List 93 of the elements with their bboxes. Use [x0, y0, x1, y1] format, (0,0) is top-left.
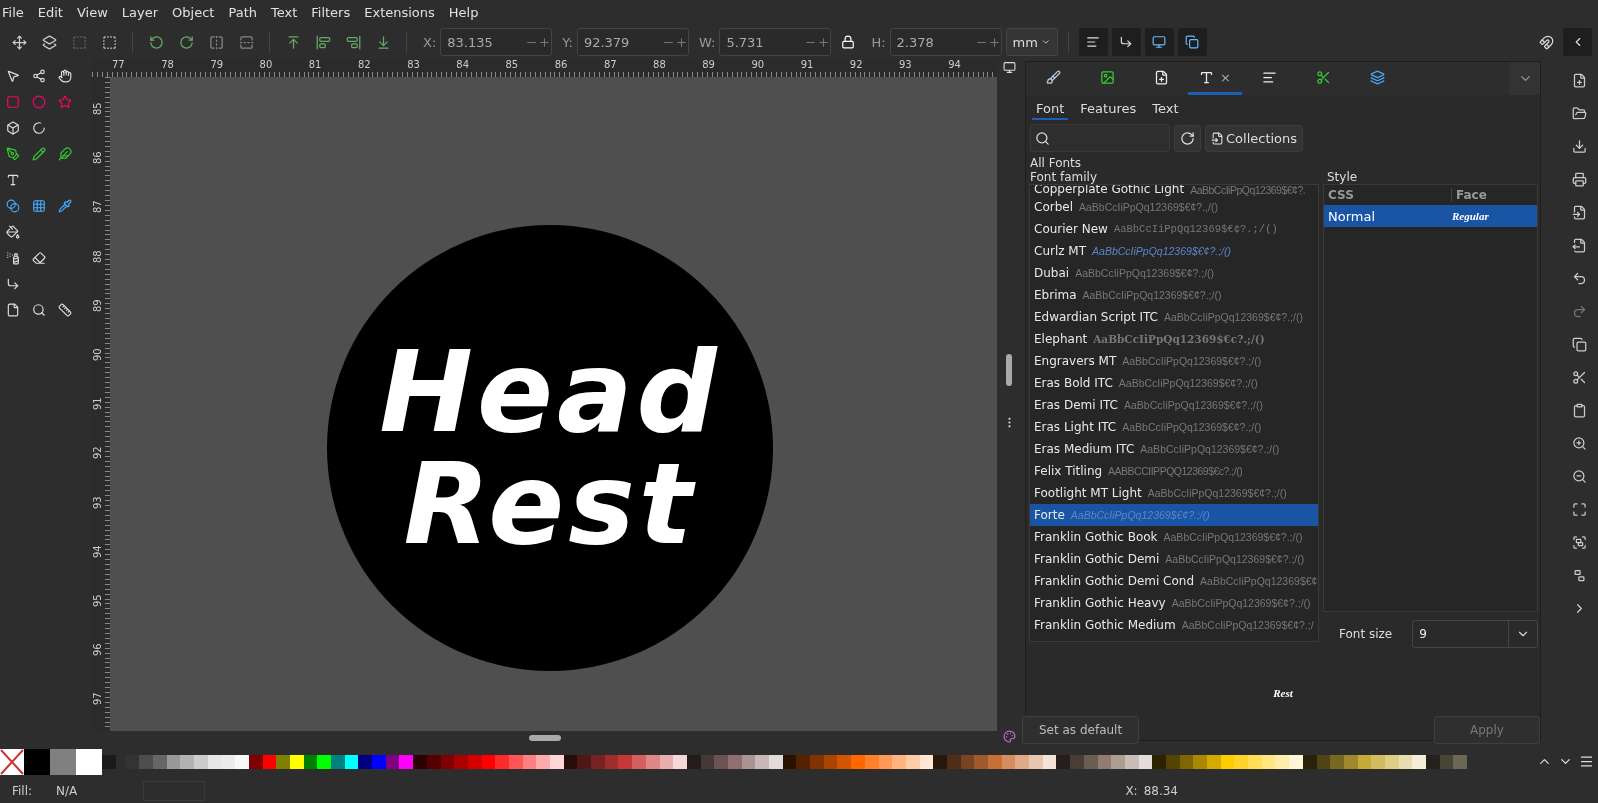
font-size-label: Font size — [1339, 627, 1393, 641]
ruler-number: 90 — [750, 59, 766, 72]
ruler-number: 82 — [356, 59, 372, 72]
ruler-number: 85 — [504, 59, 520, 72]
ruler-number: 95 — [92, 594, 103, 607]
font-row[interactable]: Courier New AaBbCcIiPpQq12369$€¢?.;/() — [1030, 218, 1318, 240]
menu-item[interactable]: File — [0, 5, 31, 20]
font-row[interactable]: Forte AaBbCcIiPpQq12369$€¢?.;/() — [1030, 504, 1318, 526]
cursor-x-value: 88.34 — [1143, 783, 1178, 798]
style-label: Style — [1326, 170, 1359, 184]
font-row[interactable]: Franklin Gothic Medium AaBbCcIiPpQq12369$€¢?.;/ — [1030, 614, 1318, 636]
ruler-number: 89 — [92, 299, 103, 312]
font-row[interactable]: Eras Bold ITC AaBbCcIiPpQq12369$€¢?.;/() — [1030, 372, 1318, 394]
ruler-number: 85 — [92, 102, 103, 115]
sub-tab[interactable]: Text — [1148, 99, 1183, 120]
column-header[interactable]: Face — [1452, 188, 1538, 202]
ruler-number: 77 — [111, 59, 126, 72]
fill-value: N/A — [56, 783, 78, 798]
menu-item[interactable]: Edit — [30, 5, 70, 20]
sub-tab[interactable]: Font — [1032, 99, 1069, 120]
ruler-number: 79 — [209, 59, 225, 72]
menu-item[interactable]: View — [69, 5, 115, 20]
font-row[interactable]: Franklin Gothic Demi AaBbCcIiPpQq12369$€¢?.;/() — [1030, 548, 1318, 570]
ruler-number: 91 — [92, 397, 103, 411]
font-row[interactable]: Dubai AaBbCcIiPpQq12369$€¢?.;/() — [1030, 262, 1318, 284]
ruler-number: 87 — [92, 200, 103, 214]
font-row[interactable]: Franklin Gothic Demi Cond AaBbCcIiPpQq12369$€¢ — [1030, 570, 1318, 592]
font-family-label: Font family — [1029, 170, 1098, 184]
ruler-number: 86 — [553, 59, 569, 72]
ruler-number: 80 — [258, 59, 274, 72]
field-label: W: — [698, 34, 716, 50]
ruler-number: 97 — [92, 692, 103, 706]
number-field[interactable]: 83.135 — [440, 28, 553, 56]
sub-tab[interactable]: Features — [1076, 99, 1141, 120]
ruler-number: 90 — [92, 348, 103, 361]
unit-dropdown[interactable]: mm — [1005, 28, 1058, 56]
number-field[interactable]: 2.378 — [889, 28, 1002, 56]
ruler-number: 93 — [92, 495, 103, 509]
font-row[interactable]: Ebrima AaBbCcIiPpQq12369$€¢?.;/() — [1030, 284, 1318, 306]
font-row[interactable]: Corbel AaBbCcIiPpQq12369$€¢?.,/() — [1030, 196, 1318, 218]
menu-item[interactable]: Help — [441, 5, 486, 20]
font-row[interactable]: Eras Medium ITC AaBbCcIiPpQq12369$€¢?.;/() — [1030, 438, 1318, 460]
ruler-number: 86 — [92, 151, 103, 165]
ruler-number: 88 — [652, 59, 667, 72]
fill-label: Fill: — [12, 783, 33, 798]
canvas-text: Head — [379, 336, 721, 448]
ruler-number: 91 — [799, 59, 815, 72]
ruler-number: 92 — [848, 59, 864, 72]
font-row[interactable]: Curlz MT AaBbCcIiPpQq12369$€¢?.;/() — [1030, 240, 1318, 262]
ruler-number: 96 — [92, 643, 103, 657]
menu-item[interactable]: Extensions — [357, 5, 442, 20]
field-label: H: — [871, 34, 886, 50]
column-header[interactable]: CSS — [1324, 188, 1452, 202]
style-row[interactable]: Normal Regular — [1324, 205, 1538, 227]
field-label: Y: — [562, 34, 573, 50]
ruler-number: 89 — [701, 59, 716, 72]
ruler-number: 92 — [92, 446, 103, 460]
number-field[interactable]: 92.379 — [576, 28, 689, 56]
menu-item[interactable]: Filters — [304, 5, 358, 20]
font-row[interactable]: Edwardian Script ITC AaBbCcIiPpQq12369$€¢?.;/() — [1030, 306, 1318, 328]
ruler-number: 93 — [898, 59, 913, 72]
ruler-number: 87 — [602, 59, 618, 72]
all-fonts-label: All Fonts — [1029, 156, 1083, 170]
ruler-number: 81 — [307, 59, 323, 72]
field-label: X: — [423, 34, 437, 50]
number-field[interactable]: 5.731 — [719, 28, 832, 56]
font-row[interactable]: Felix Titling AABBCCIIPPQQ12369$€c?.;/() — [1030, 460, 1318, 482]
font-row[interactable]: Footlight MT Light AaBbCcIiPpQq12369$€¢?.;/() — [1030, 482, 1318, 504]
ruler-number: 94 — [92, 544, 103, 558]
font-row[interactable]: Eras Demi ITC AaBbCcIiPpQq12369$€¢?.;/() — [1030, 394, 1318, 416]
dock-tab[interactable]: × — [1188, 62, 1242, 95]
font-row[interactable]: Eras Light ITC AaBbCcIiPpQq12369$€¢?.;/() — [1030, 416, 1318, 438]
font-row[interactable]: Franklin Gothic Book AaBbCcIiPpQq12369$€¢?.;/() — [1030, 526, 1318, 548]
menu-item[interactable]: Layer — [114, 5, 166, 20]
menu-item[interactable]: Text — [263, 5, 305, 20]
ruler-number: 83 — [406, 59, 421, 72]
dialog-button[interactable]: Set as default — [1022, 716, 1140, 744]
menu-item[interactable]: Path — [221, 5, 264, 20]
canvas-text: Rest — [403, 448, 697, 560]
ruler-number: 78 — [160, 59, 175, 72]
canvas[interactable]: Head Rest — [110, 77, 997, 731]
close-icon[interactable]: × — [1220, 69, 1231, 85]
collections-button[interactable]: Collections — [1205, 124, 1304, 152]
ruler-number: 84 — [455, 59, 471, 72]
font-row[interactable]: Franklin Gothic Heavy AaBbCcIiPpQq12369$€¢?.;/() — [1030, 592, 1318, 614]
font-row[interactable]: Elephant AaBbCcIiPpQq12369$€c?.;/() — [1030, 328, 1318, 350]
ruler-number: 88 — [92, 249, 103, 263]
font-size-field[interactable]: 9 — [1412, 620, 1539, 648]
menu-item[interactable]: Object — [165, 5, 222, 20]
font-preview: Rest — [1273, 687, 1293, 699]
cursor-x-label: X: — [1125, 783, 1138, 798]
ruler-number: 94 — [947, 59, 962, 72]
font-row[interactable]: Engravers MT AaBbCcIiPpQq12369$€¢?.;/() — [1030, 350, 1318, 372]
